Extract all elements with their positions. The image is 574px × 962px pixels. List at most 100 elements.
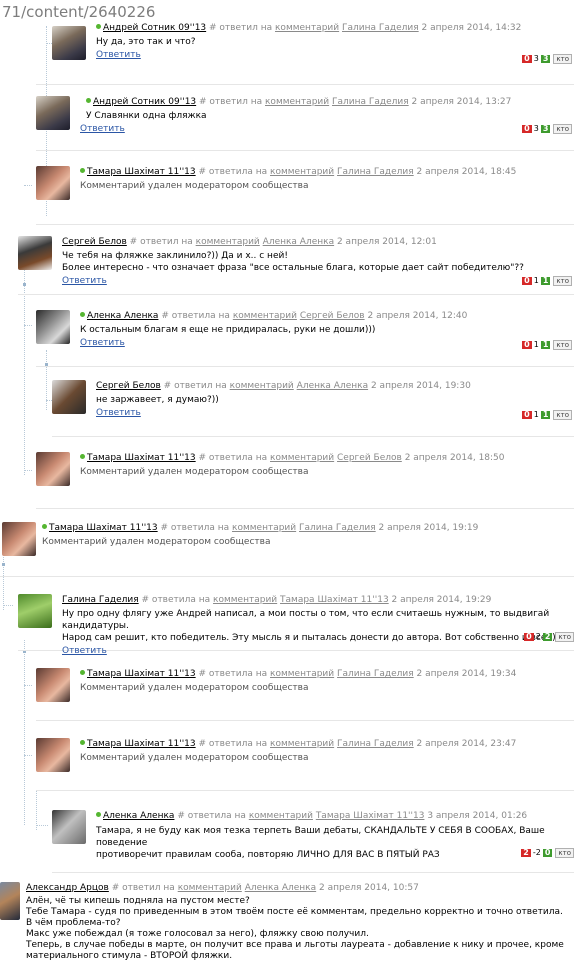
comment-author[interactable]: Галина Гаделия — [62, 595, 139, 605]
comment-author[interactable]: Тамара Шахімат 11''13 — [87, 739, 196, 749]
who-voted-button[interactable]: кто — [553, 54, 572, 64]
vote-plus[interactable]: 1 — [540, 277, 551, 285]
vote-plus[interactable]: 1 — [540, 341, 551, 349]
comment: Сергей Белов # ответил на комментарий Ал… — [18, 236, 572, 296]
comment-author[interactable]: Андрей Сотник 09''13 — [103, 23, 206, 33]
who-voted-button[interactable]: кто — [553, 410, 572, 420]
comment-link[interactable]: комментарий — [270, 453, 334, 463]
comment: Тамара Шахімат 11''13 # ответила на комм… — [36, 166, 572, 226]
avatar[interactable] — [18, 594, 52, 628]
comment-author[interactable]: Тамара Шахімат 11''13 — [87, 453, 196, 463]
reply-link[interactable]: Ответить — [96, 49, 141, 61]
reply-target[interactable]: Сергей Белов — [337, 453, 402, 463]
comment-link[interactable]: комментарий — [213, 595, 277, 605]
reply-target[interactable]: Тамара Шахімат 11''13 — [316, 811, 425, 821]
online-indicator — [80, 454, 85, 459]
comment: Аленка Аленка # ответила на комментарий … — [36, 310, 572, 370]
avatar[interactable] — [0, 882, 20, 920]
rating: 0 3 3 кто — [522, 54, 572, 64]
avatar[interactable] — [52, 380, 86, 414]
comment-text: Комментарий удален модератором сообществ… — [80, 181, 309, 191]
comment-author[interactable]: Аленка Аленка — [87, 311, 158, 321]
reply-target[interactable]: Галина Гаделия — [337, 167, 414, 177]
reply-target[interactable]: Тамара Шахімат 11''13 — [280, 595, 389, 605]
comment-date: 2 апреля 2014, 19:34 — [416, 669, 517, 679]
reply-target[interactable]: Галина Гаделия — [299, 523, 376, 533]
thread-branch — [3, 605, 13, 607]
reply-target[interactable]: Аленка Аленка — [297, 381, 368, 391]
comment-author[interactable]: Александр Арцов — [26, 883, 109, 893]
vote-plus[interactable]: 1 — [540, 411, 551, 419]
comment-author[interactable]: Андрей Сотник 09''13 — [93, 97, 196, 107]
comment-link[interactable]: комментарий — [265, 97, 329, 107]
comment-author[interactable]: Сергей Белов — [96, 381, 161, 391]
avatar[interactable] — [2, 522, 36, 556]
vote-minus[interactable]: 0 — [522, 55, 532, 63]
avatar[interactable] — [36, 738, 70, 772]
comment-date: 2 апреля 2014, 18:45 — [416, 167, 517, 177]
online-indicator — [96, 24, 101, 29]
reply-link[interactable]: Ответить — [62, 275, 107, 287]
comment-link[interactable]: комментарий — [230, 381, 294, 391]
comment-text: Ну да, это так и что? — [96, 37, 196, 47]
comment-author[interactable]: Тамара Шахімат 11''13 — [87, 669, 196, 679]
comment-link[interactable]: комментарий — [275, 23, 339, 33]
avatar[interactable] — [52, 26, 86, 60]
reply-link[interactable]: Ответить — [96, 407, 141, 419]
comment-link[interactable]: комментарий — [270, 669, 334, 679]
comment-link[interactable]: комментарий — [270, 739, 334, 749]
reply-target[interactable]: Галина Гаделия — [337, 669, 414, 679]
who-voted-button[interactable]: кто — [555, 848, 574, 858]
reply-target[interactable]: Аленка Аленка — [245, 883, 316, 893]
comment-link[interactable]: комментарий — [196, 237, 260, 247]
vote-minus[interactable]: 2 — [521, 849, 531, 857]
rating: 0 2 2 кто — [524, 632, 574, 642]
avatar[interactable] — [52, 810, 86, 844]
who-voted-button[interactable]: кто — [553, 340, 572, 350]
vote-minus[interactable]: 0 — [522, 277, 532, 285]
avatar[interactable] — [36, 166, 70, 200]
comment-date: 2 апреля 2014, 19:19 — [378, 523, 479, 533]
reply-target[interactable]: Галина Гаделия — [337, 739, 414, 749]
comment-author[interactable]: Тамара Шахімат 11''13 — [49, 523, 158, 533]
comment: Тамара Шахімат 11''13 # ответила на комм… — [36, 738, 572, 798]
comment-link[interactable]: комментарий — [249, 811, 313, 821]
score: 1 — [533, 340, 539, 349]
comment-link[interactable]: комментарий — [178, 883, 242, 893]
comment-author[interactable]: Тамара Шахімат 11''13 — [87, 167, 196, 177]
vote-minus[interactable]: 0 — [522, 411, 532, 419]
vote-minus[interactable]: 0 — [522, 341, 532, 349]
reply-link[interactable]: Ответить — [80, 337, 125, 349]
vote-plus[interactable]: 0 — [542, 849, 553, 857]
vote-minus[interactable]: 0 — [522, 125, 532, 133]
comment-author[interactable]: Сергей Белов — [62, 237, 127, 247]
comment-text: Комментарий удален модератором сообществ… — [80, 753, 309, 763]
vote-minus[interactable]: 0 — [524, 633, 534, 641]
reply-target[interactable]: Галина Гаделия — [332, 97, 409, 107]
reply-link[interactable]: Ответить — [80, 123, 125, 135]
avatar[interactable] — [36, 668, 70, 702]
reply-target[interactable]: Галина Гаделия — [342, 23, 419, 33]
avatar[interactable] — [36, 310, 70, 344]
vote-plus[interactable]: 3 — [540, 125, 551, 133]
who-voted-button[interactable]: кто — [555, 632, 574, 642]
comment-date: 2 апреля 2014, 19:30 — [370, 381, 471, 391]
avatar[interactable] — [36, 96, 70, 130]
vote-plus[interactable]: 3 — [540, 55, 551, 63]
comment-link[interactable]: комментарий — [233, 311, 297, 321]
avatar[interactable] — [36, 452, 70, 486]
comment-date: 2 апреля 2014, 13:27 — [411, 97, 512, 107]
comment: Андрей Сотник 09''13 # ответил на коммен… — [36, 96, 572, 156]
comment-link[interactable]: комментарий — [270, 167, 334, 177]
reply-link[interactable]: Ответить — [62, 645, 107, 657]
reply-target[interactable]: Сергей Белов — [300, 311, 365, 321]
online-indicator — [80, 670, 85, 675]
who-voted-button[interactable]: кто — [553, 124, 572, 134]
avatar[interactable] — [18, 236, 52, 270]
vote-plus[interactable]: 2 — [542, 633, 553, 641]
comment-link[interactable]: комментарий — [232, 523, 296, 533]
reply-target[interactable]: Аленка Аленка — [263, 237, 334, 247]
who-voted-button[interactable]: кто — [553, 276, 572, 286]
rating: 0 3 3 кто — [522, 124, 572, 134]
comment-author[interactable]: Аленка Аленка — [103, 811, 174, 821]
